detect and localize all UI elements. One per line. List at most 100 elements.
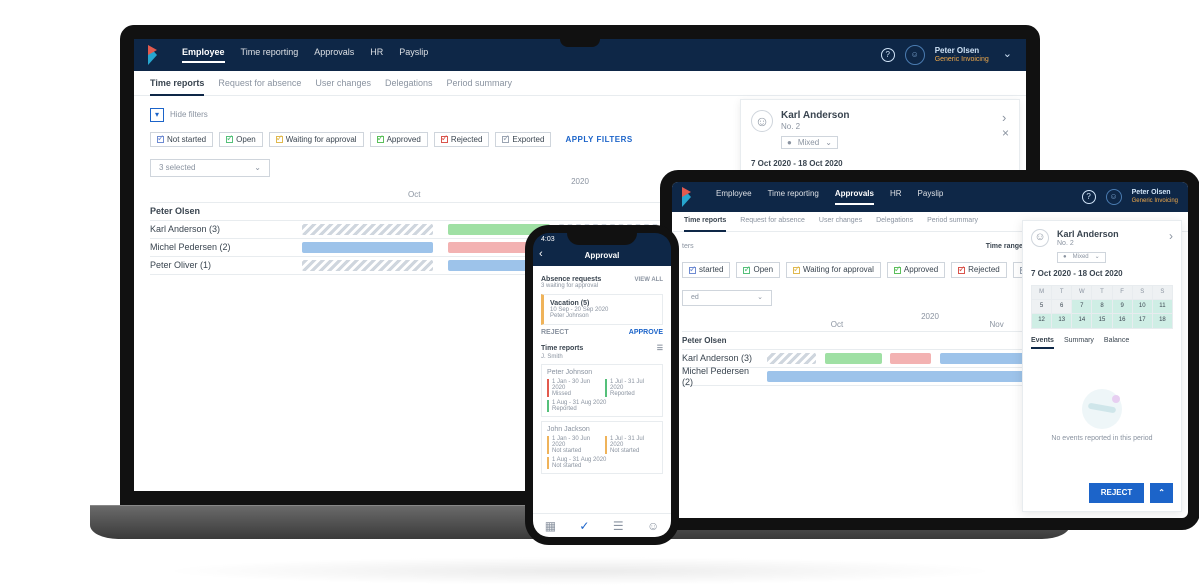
tnav-employee[interactable]: Employee bbox=[716, 189, 752, 205]
view-all-link[interactable]: VIEW ALL bbox=[635, 277, 663, 283]
chip-rejected[interactable]: Rejected bbox=[434, 132, 490, 148]
nav-home-icon[interactable]: ▦ bbox=[545, 519, 556, 533]
ttab-request-absence[interactable]: Request for absence bbox=[740, 217, 805, 226]
nav-profile-icon[interactable]: ☺ bbox=[647, 519, 659, 533]
tr-card[interactable]: Peter Johnson 1 Jan - 30 Jun 2020Missed … bbox=[541, 364, 663, 417]
tab-time-reports[interactable]: Time reports bbox=[150, 78, 204, 96]
back-icon[interactable]: ‹ bbox=[539, 248, 543, 260]
fly-status-select[interactable]: ● Mixed ⌄ bbox=[781, 136, 838, 150]
phone-notch bbox=[567, 233, 637, 245]
mini-calendar[interactable]: MTWTFSS 567891011 12131415161718 bbox=[1031, 285, 1173, 329]
avatar-icon[interactable]: ☺ bbox=[1106, 189, 1122, 205]
tablet-app: Employee Time reporting Approvals HR Pay… bbox=[672, 182, 1188, 518]
tr-user: J. Smith bbox=[541, 354, 663, 360]
chip-not-started[interactable]: Not started bbox=[150, 132, 213, 148]
close-icon[interactable]: × bbox=[1002, 126, 1009, 140]
apply-filters-button[interactable]: APPLY FILTERS bbox=[565, 135, 632, 145]
side-status-select[interactable]: ● Mixed ⌄ bbox=[1057, 252, 1106, 263]
fly-sub: No. 2 bbox=[781, 122, 850, 132]
empty-illustration-icon bbox=[1082, 389, 1122, 429]
chip-waiting[interactable]: Waiting for approval bbox=[269, 132, 364, 148]
chip-started[interactable]: started bbox=[682, 262, 730, 278]
laptop-notch bbox=[560, 39, 600, 47]
side-tabs: Events Summary Balance bbox=[1031, 337, 1173, 349]
laptop-subtabs: Time reports Request for absence User ch… bbox=[134, 71, 1026, 96]
hide-filters-link[interactable]: ters bbox=[682, 243, 694, 251]
selected-dropdown[interactable]: 3 selected⌄ bbox=[150, 159, 270, 177]
chevron-down-icon[interactable]: ⌄ bbox=[1003, 48, 1012, 61]
help-icon[interactable]: ? bbox=[1082, 190, 1096, 204]
chip-open[interactable]: Open bbox=[736, 262, 780, 278]
status-time: 4:03 bbox=[541, 236, 555, 243]
absence-request-card[interactable]: Vacation (5) 10 Sep - 20 Sep 2020 Peter … bbox=[541, 294, 663, 325]
ttab-period-summary[interactable]: Period summary bbox=[927, 217, 978, 226]
tuser-name: Peter Olsen bbox=[1132, 189, 1178, 197]
laptop-nav-items: Employee Time reporting Approvals HR Pay… bbox=[182, 47, 428, 64]
side-tab-summary[interactable]: Summary bbox=[1064, 337, 1094, 349]
list-icon[interactable]: ☰ bbox=[657, 344, 663, 352]
chip-waiting[interactable]: Waiting for approval bbox=[786, 262, 881, 278]
absence-sub: 3 waiting for approval bbox=[541, 283, 663, 289]
tr-person: John Jackson bbox=[547, 426, 657, 433]
tnav-time[interactable]: Time reporting bbox=[768, 189, 819, 205]
tablet-screen: Employee Time reporting Approvals HR Pay… bbox=[660, 170, 1199, 530]
side-next-icon[interactable]: › bbox=[1169, 229, 1173, 243]
nav-employee[interactable]: Employee bbox=[182, 47, 225, 64]
tr-card[interactable]: John Jackson 1 Jan - 30 Jun 2020Not star… bbox=[541, 421, 663, 474]
tab-delegations[interactable]: Delegations bbox=[385, 78, 433, 90]
person-flyout: ☺ Karl Anderson No. 2 ● Mixed ⌄ › × 7 Oc… bbox=[740, 99, 1020, 180]
help-icon[interactable]: ? bbox=[881, 48, 895, 62]
avatar-icon[interactable]: ☺ bbox=[905, 45, 925, 65]
tselected-dropdown[interactable]: ed⌄ bbox=[682, 290, 772, 306]
nav-time-reporting[interactable]: Time reporting bbox=[241, 47, 299, 64]
side-tab-events[interactable]: Events bbox=[1031, 337, 1054, 349]
nav-approval-icon[interactable]: ✓ bbox=[579, 519, 589, 533]
chip-approved[interactable]: Approved bbox=[887, 262, 945, 278]
tnav-hr[interactable]: HR bbox=[890, 189, 902, 205]
absence-title: Absence requests bbox=[541, 276, 601, 283]
chevron-down-icon: ⌄ bbox=[254, 163, 261, 173]
app-logo bbox=[682, 187, 698, 207]
filter-icon[interactable]: ▾ bbox=[150, 108, 164, 122]
tab-user-changes[interactable]: User changes bbox=[315, 78, 371, 90]
more-button[interactable]: ⌃ bbox=[1150, 483, 1173, 503]
ttab-user-changes[interactable]: User changes bbox=[819, 217, 862, 226]
side-tab-balance[interactable]: Balance bbox=[1104, 337, 1129, 349]
reject-button[interactable]: REJECT bbox=[1089, 483, 1145, 503]
phone-title: Approval bbox=[541, 251, 663, 260]
tab-period-summary[interactable]: Period summary bbox=[446, 78, 512, 90]
person-avatar-icon: ☺ bbox=[751, 110, 773, 132]
ttime-range-label: Time range bbox=[986, 243, 1023, 251]
nav-payslip[interactable]: Payslip bbox=[399, 47, 428, 64]
user-sub: Generic Invoicing bbox=[935, 56, 989, 64]
hide-filters-link[interactable]: Hide filters bbox=[170, 110, 208, 120]
approve-link[interactable]: APPROVE bbox=[629, 329, 663, 336]
tuser-sub: Generic Invoicing bbox=[1132, 198, 1178, 205]
req-title: Vacation (5) bbox=[550, 300, 656, 307]
nav-approvals[interactable]: Approvals bbox=[314, 47, 354, 64]
side-name: Karl Anderson bbox=[1057, 229, 1119, 240]
tab-request-absence[interactable]: Request for absence bbox=[218, 78, 301, 90]
reject-link[interactable]: REJECT bbox=[541, 329, 569, 336]
tnav-payslip[interactable]: Payslip bbox=[918, 189, 944, 205]
nav-reports-icon[interactable]: ☰ bbox=[613, 519, 624, 533]
chip-approved[interactable]: Approved bbox=[370, 132, 428, 148]
ttab-time-reports[interactable]: Time reports bbox=[684, 217, 726, 232]
timeline-year: 2020 bbox=[571, 177, 589, 187]
tyear: 2020 bbox=[921, 312, 939, 322]
fly-date-range: 7 Oct 2020 - 18 Oct 2020 bbox=[751, 159, 1009, 169]
tablet-device: Employee Time reporting Approvals HR Pay… bbox=[660, 170, 1199, 530]
chip-rejected[interactable]: Rejected bbox=[951, 262, 1007, 278]
nav-hr[interactable]: HR bbox=[370, 47, 383, 64]
chip-open[interactable]: Open bbox=[219, 132, 263, 148]
ttab-delegations[interactable]: Delegations bbox=[876, 217, 913, 226]
user-block[interactable]: Peter Olsen Generic Invoicing bbox=[935, 46, 989, 64]
tnav-approvals[interactable]: Approvals bbox=[835, 189, 874, 205]
phone-screen: 4:03 ‹ Approval Absence requests VIEW AL… bbox=[525, 225, 679, 545]
chevron-down-icon: ⌄ bbox=[757, 294, 763, 302]
fly-next-icon[interactable]: › bbox=[1002, 110, 1006, 125]
fly-name: Karl Anderson bbox=[781, 110, 850, 122]
app-logo bbox=[148, 45, 164, 65]
tmonth-nov: Nov bbox=[990, 320, 1004, 330]
chip-exported[interactable]: Exported bbox=[495, 132, 551, 148]
